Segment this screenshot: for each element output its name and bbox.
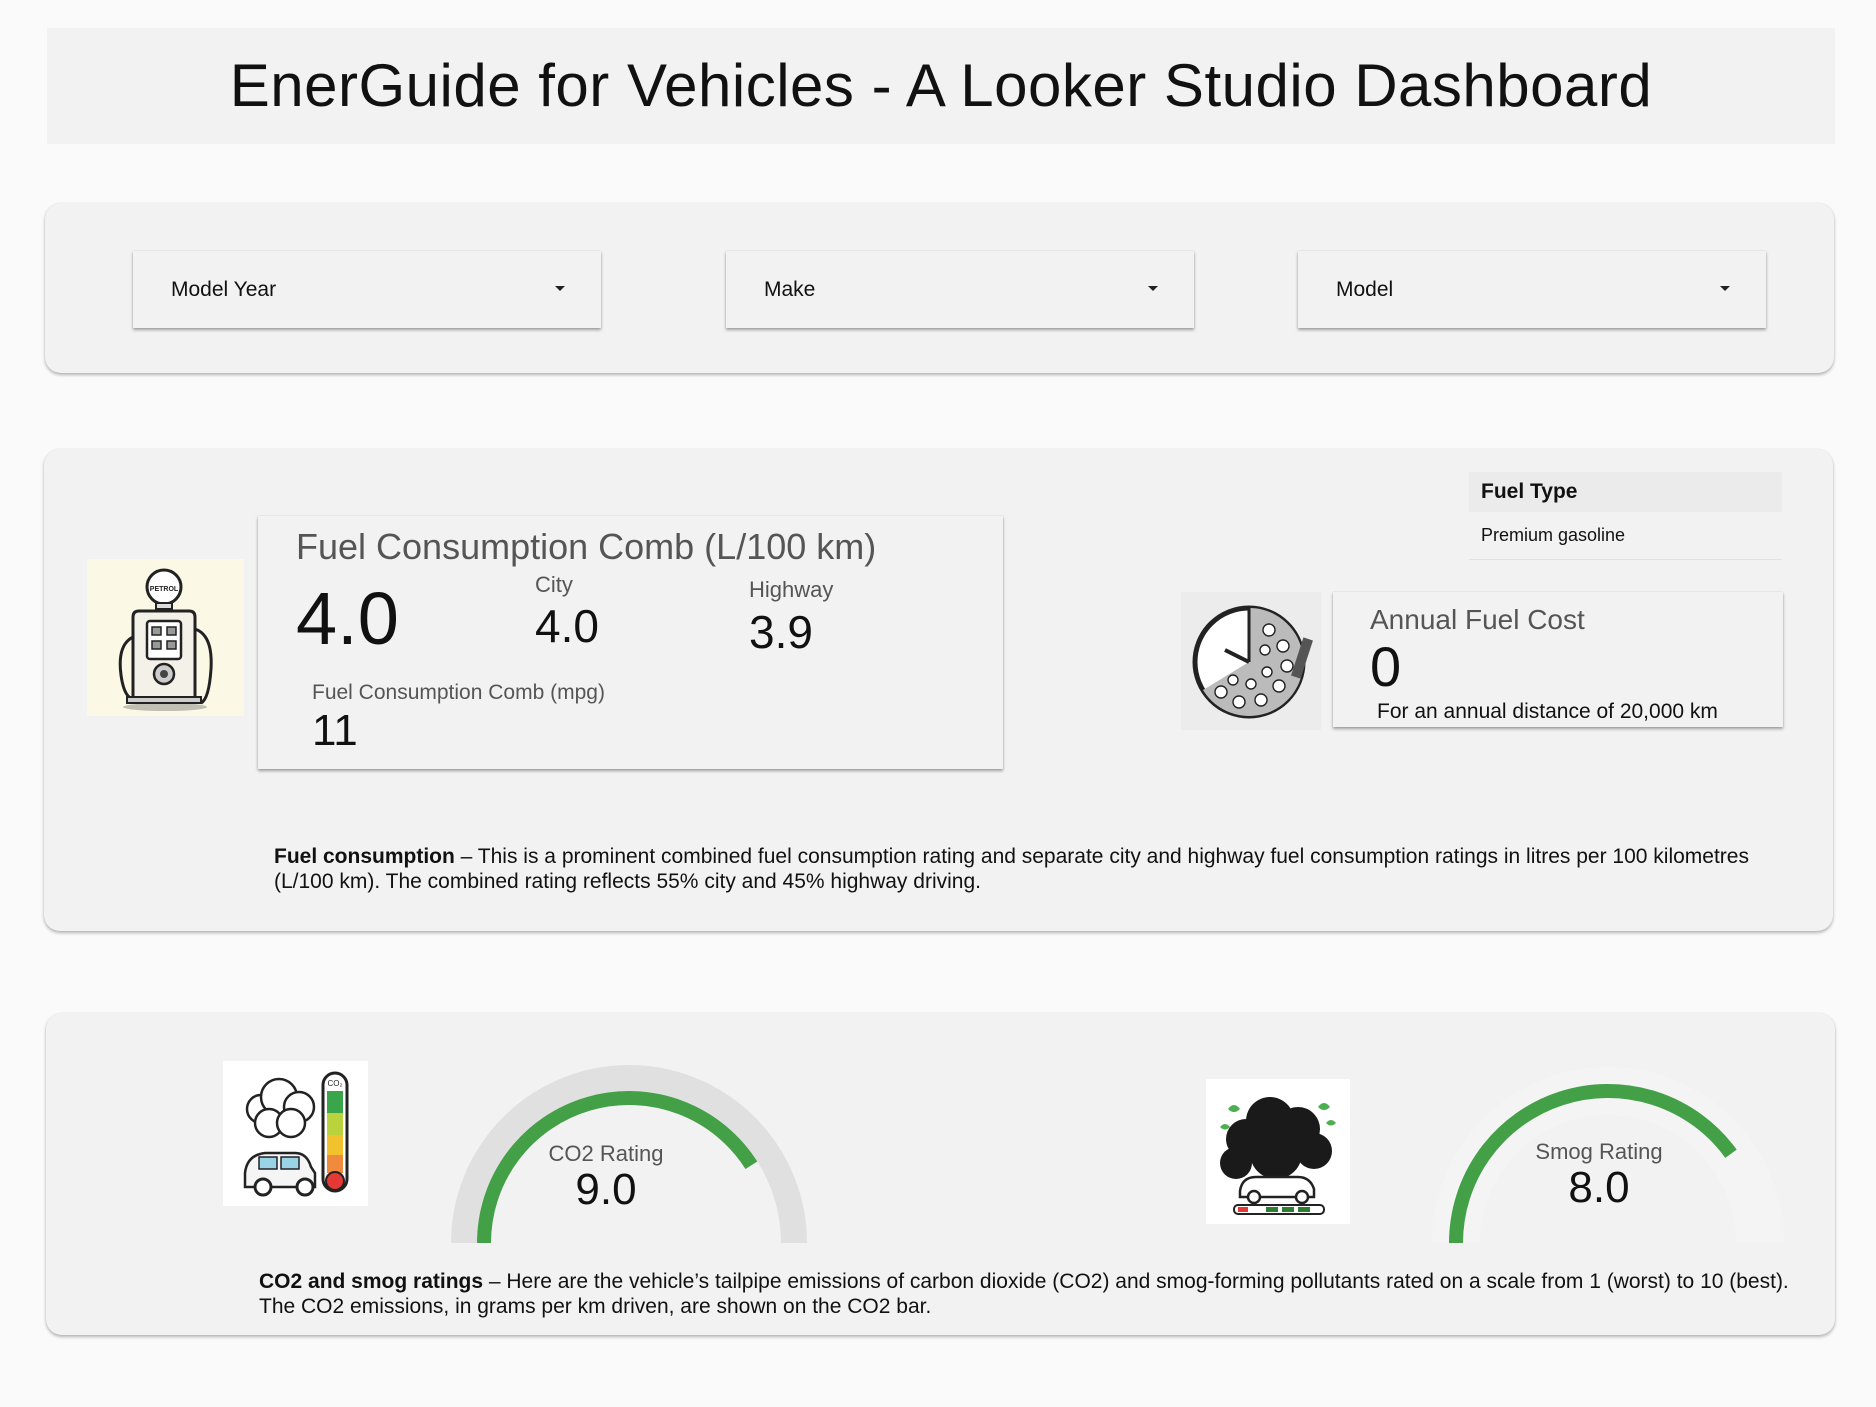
gas-pump-image: PETROL bbox=[87, 559, 244, 716]
annual-cost-title: Annual Fuel Cost bbox=[1370, 604, 1585, 635]
make-dropdown[interactable]: Make bbox=[726, 251, 1194, 328]
make-label: Make bbox=[764, 278, 816, 301]
chevron-down-icon bbox=[555, 286, 565, 291]
filter-panel: Model Year Make Model bbox=[45, 203, 1834, 373]
mpg-value: 11 bbox=[312, 706, 358, 755]
co2-image: CO₂ bbox=[223, 1061, 368, 1206]
mpg-label: Fuel Consumption Comb (mpg) bbox=[312, 681, 605, 704]
model-year-dropdown[interactable]: Model Year bbox=[133, 251, 601, 328]
page-title: EnerGuide for Vehicles - A Looker Studio… bbox=[229, 52, 1653, 119]
fuel-desc-text: – This is a prominent combined fuel cons… bbox=[274, 845, 1749, 893]
co2-thermometer-icon: CO₂ bbox=[243, 1071, 349, 1197]
fuel-type-header: Fuel Type bbox=[1481, 480, 1578, 503]
emissions-description: CO2 and smog ratings – Here are the vehi… bbox=[259, 1269, 1799, 1319]
co2-icon-text: CO₂ bbox=[327, 1079, 342, 1088]
city-value: 4.0 bbox=[535, 600, 599, 652]
model-year-label: Model Year bbox=[171, 278, 277, 301]
smog-rating-label: Smog Rating bbox=[1535, 1139, 1663, 1164]
fuel-type-header-row: Fuel Type bbox=[1469, 472, 1782, 512]
dashboard-header: EnerGuide for Vehicles - A Looker Studio… bbox=[47, 28, 1835, 144]
smog-image bbox=[1206, 1079, 1350, 1224]
model-label: Model bbox=[1336, 278, 1394, 301]
emissions-desc-text: – Here are the vehicle’s tailpipe emissi… bbox=[259, 1270, 1789, 1318]
fuel-cost-image bbox=[1181, 592, 1321, 730]
co2-rating-value: 9.0 bbox=[575, 1165, 637, 1214]
pump-brand-text: PETROL bbox=[150, 586, 179, 593]
fuel-type-value: Premium gasoline bbox=[1481, 525, 1626, 545]
emissions-panel: CO₂ CO2 Rating 9.0 Smog Rating 8.0 CO2 a… bbox=[46, 1013, 1835, 1335]
highway-value: 3.9 bbox=[749, 606, 813, 658]
chevron-down-icon bbox=[1148, 286, 1158, 291]
annual-cost-note: For an annual distance of 20,000 km bbox=[1377, 700, 1718, 723]
smog-rating-value: 8.0 bbox=[1568, 1163, 1630, 1212]
chevron-down-icon bbox=[1720, 286, 1730, 291]
fuel-consumption-description: Fuel consumption – This is a prominent c… bbox=[274, 844, 1774, 894]
fuel-type-row: Premium gasoline bbox=[1469, 512, 1782, 560]
gas-pump-icon: PETROL bbox=[118, 568, 213, 711]
annual-cost-value: 0 bbox=[1370, 635, 1402, 698]
co2-rating-label: CO2 Rating bbox=[548, 1141, 664, 1166]
annual-fuel-cost-card: Annual Fuel Cost 0 For an annual distanc… bbox=[1333, 592, 1783, 727]
coin-pie-icon bbox=[1192, 605, 1313, 719]
fuel-consumption-card: Fuel Consumption Comb (L/100 km) 4.0 Cit… bbox=[258, 516, 1003, 769]
comb-title: Fuel Consumption Comb (L/100 km) bbox=[296, 526, 877, 567]
comb-value: 4.0 bbox=[296, 577, 399, 660]
fuel-desc-bold: Fuel consumption bbox=[274, 845, 455, 868]
smog-cloud-icon bbox=[1220, 1097, 1336, 1215]
model-dropdown[interactable]: Model bbox=[1298, 251, 1766, 328]
city-label: City bbox=[535, 572, 573, 597]
emissions-desc-bold: CO2 and smog ratings bbox=[259, 1270, 484, 1293]
fuel-type-table: Fuel Type Premium gasoline bbox=[1469, 472, 1782, 562]
fuel-consumption-panel: PETROL Fuel Consumption Comb (L/100 km) … bbox=[44, 449, 1833, 931]
highway-label: Highway bbox=[749, 577, 834, 602]
